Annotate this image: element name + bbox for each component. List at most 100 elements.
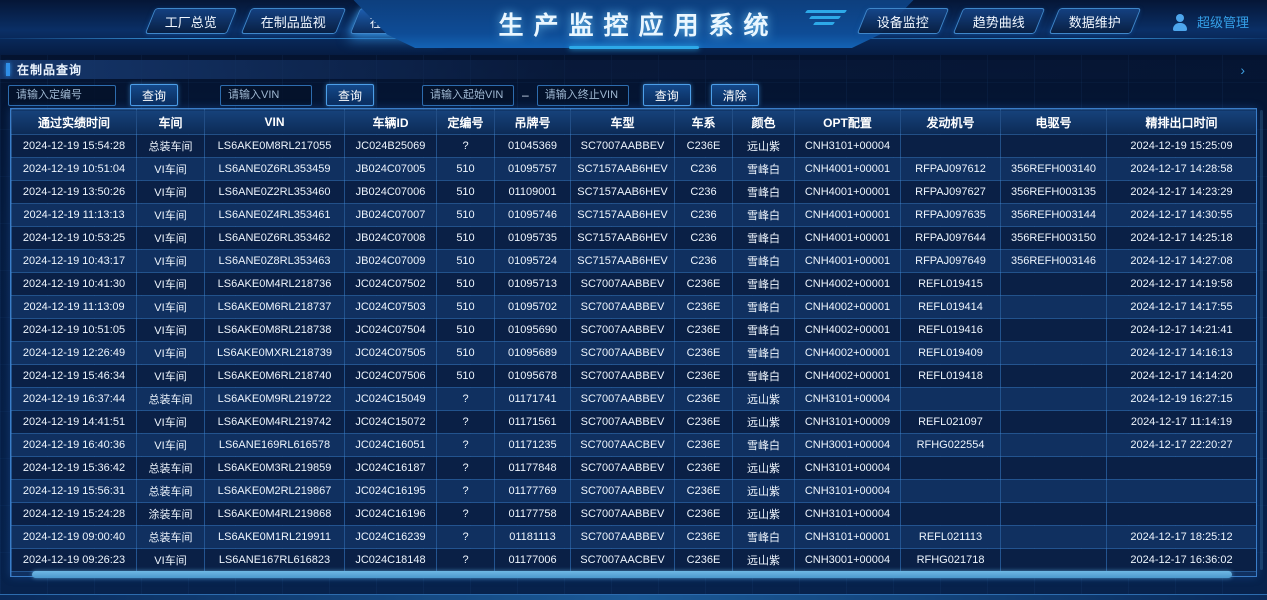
table-cell: 01177848 <box>495 457 571 480</box>
table-cell: 2024-12-17 11:14:19 <box>1107 411 1257 434</box>
table-cell: 2024-12-19 15:36:42 <box>12 457 137 480</box>
table-cell <box>1001 296 1107 319</box>
table-cell: LS6ANE0Z6RL353459 <box>205 158 345 181</box>
table-cell: LS6AKE0M4RL218736 <box>205 273 345 296</box>
chevron-right-icon[interactable]: › <box>1240 63 1245 77</box>
clear-button[interactable]: 清除 <box>711 84 759 106</box>
table-row[interactable]: 2024-12-19 09:26:23VI车间LS6ANE167RL616823… <box>12 549 1257 572</box>
table-cell: RFHG021718 <box>901 549 1001 572</box>
table-row[interactable]: 2024-12-19 11:13:09VI车间LS6AKE0M6RL218737… <box>12 296 1257 319</box>
horizontal-scrollbar[interactable] <box>32 571 1232 578</box>
table-cell: 2024-12-19 15:56:31 <box>12 480 137 503</box>
table-cell: 2024-12-19 10:53:25 <box>12 227 137 250</box>
table-row[interactable]: 2024-12-19 12:26:49VI车间LS6AKE0MXRL218739… <box>12 342 1257 365</box>
table-cell: 远山紫 <box>733 135 795 158</box>
table-cell: 510 <box>437 365 495 388</box>
tab-data-maintenance[interactable]: 数据维护 <box>1049 8 1142 34</box>
table-cell: REFL019415 <box>901 273 1001 296</box>
table-row[interactable]: 2024-12-19 15:36:42总装车间LS6AKE0M3RL219859… <box>12 457 1257 480</box>
table-row[interactable]: 2024-12-19 13:50:26VI车间LS6ANE0Z2RL353460… <box>12 181 1257 204</box>
range-separator: – <box>522 88 529 102</box>
table-cell: C236E <box>675 549 733 572</box>
table-cell: CNH4001+00001 <box>795 227 901 250</box>
table-row[interactable]: 2024-12-19 15:46:34VI车间LS6AKE0M6RL218740… <box>12 365 1257 388</box>
table-cell: VI车间 <box>137 204 205 227</box>
table-cell: C236 <box>675 250 733 273</box>
tab-trend-curve[interactable]: 趋势曲线 <box>953 8 1046 34</box>
vertical-scrollbar[interactable] <box>1260 110 1263 570</box>
tab-wip-monitor[interactable]: 在制品监视 <box>241 8 347 34</box>
table-row[interactable]: 2024-12-19 10:53:25VI车间LS6ANE0Z6RL353462… <box>12 227 1257 250</box>
table-cell: 2024-12-17 14:30:55 <box>1107 204 1257 227</box>
table-cell: 356REFH003135 <box>1001 181 1107 204</box>
table-cell: 2024-12-19 09:00:40 <box>12 526 137 549</box>
table-cell <box>1001 434 1107 457</box>
section-bar: 在制品查询 › <box>0 60 1267 79</box>
table-cell: CNH4002+00001 <box>795 319 901 342</box>
table-cell: REFL021097 <box>901 411 1001 434</box>
wip-table: 通过实绩时间车间VIN车辆ID定编号吊牌号车型车系颜色OPT配置发动机号电驱号精… <box>11 109 1257 577</box>
table-cell: 雪峰白 <box>733 319 795 342</box>
table-row[interactable]: 2024-12-19 16:40:36VI车间LS6ANE169RL616578… <box>12 434 1257 457</box>
table-cell: 2024-12-17 14:17:55 <box>1107 296 1257 319</box>
column-header: 颜色 <box>733 110 795 135</box>
table-cell: 远山紫 <box>733 388 795 411</box>
table-cell: LS6AKE0MXRL218739 <box>205 342 345 365</box>
table-row[interactable]: 2024-12-19 10:51:04VI车间LS6ANE0Z6RL353459… <box>12 158 1257 181</box>
table-cell: VI车间 <box>137 158 205 181</box>
table-cell: LS6AKE0M3RL219859 <box>205 457 345 480</box>
table-cell: JC024C07504 <box>345 319 437 342</box>
table-row[interactable]: 2024-12-19 11:13:13VI车间LS6ANE0Z4RL353461… <box>12 204 1257 227</box>
table-cell <box>1001 411 1107 434</box>
query-button-vin-range[interactable]: 查询 <box>643 84 691 106</box>
table-cell: ? <box>437 549 495 572</box>
column-header: OPT配置 <box>795 110 901 135</box>
table-cell: LS6AKE0M8RL218738 <box>205 319 345 342</box>
table-cell: SC7007AABBEV <box>571 273 675 296</box>
table-cell: SC7007AACBEV <box>571 434 675 457</box>
table-cell: 01095690 <box>495 319 571 342</box>
table-cell: 356REFH003146 <box>1001 250 1107 273</box>
table-cell: RFPAJ097649 <box>901 250 1001 273</box>
table-cell: 2024-12-19 10:43:17 <box>12 250 137 273</box>
table-cell: SC7007AABBEV <box>571 457 675 480</box>
table-row[interactable]: 2024-12-19 15:24:28涂装车间LS6AKE0M4RL219868… <box>12 503 1257 526</box>
vin-end-input[interactable] <box>537 85 629 106</box>
tab-factory-overview[interactable]: 工厂总览 <box>145 8 238 34</box>
table-cell: VI车间 <box>137 319 205 342</box>
table-cell: JB024C07009 <box>345 250 437 273</box>
column-header: 车系 <box>675 110 733 135</box>
table-cell: 510 <box>437 181 495 204</box>
table-row[interactable]: 2024-12-19 10:43:17VI车间LS6ANE0Z8RL353463… <box>12 250 1257 273</box>
table-cell: VI车间 <box>137 296 205 319</box>
title-notch <box>569 46 699 49</box>
tab-equipment-monitor[interactable]: 设备监控 <box>857 8 950 34</box>
user-menu[interactable]: 超级管理 <box>1171 12 1249 31</box>
table-cell: LS6ANE169RL616578 <box>205 434 345 457</box>
query-button-vin[interactable]: 查询 <box>326 84 374 106</box>
table-row[interactable]: 2024-12-19 15:56:31总装车间LS6AKE0M2RL219867… <box>12 480 1257 503</box>
table-cell: 2024-12-17 14:25:18 <box>1107 227 1257 250</box>
table-row[interactable]: 2024-12-19 10:41:30VI车间LS6AKE0M4RL218736… <box>12 273 1257 296</box>
query-button-fixed-number[interactable]: 查询 <box>130 84 178 106</box>
table-cell: 01095702 <box>495 296 571 319</box>
table-cell: 01045369 <box>495 135 571 158</box>
table-cell: SC7007AABBEV <box>571 365 675 388</box>
table-cell: 远山紫 <box>733 457 795 480</box>
tab-label: 在制品监视 <box>261 12 326 31</box>
vin-start-input[interactable] <box>422 85 514 106</box>
table-cell: JB024C07007 <box>345 204 437 227</box>
table-cell: CNH4001+00001 <box>795 181 901 204</box>
fixed-number-input[interactable] <box>8 85 116 106</box>
table-row[interactable]: 2024-12-19 16:37:44总装车间LS6AKE0M9RL219722… <box>12 388 1257 411</box>
table-row[interactable]: 2024-12-19 10:51:05VI车间LS6AKE0M8RL218738… <box>12 319 1257 342</box>
table-cell: 涂装车间 <box>137 503 205 526</box>
table-row[interactable]: 2024-12-19 15:54:28总装车间LS6AKE0M8RL217055… <box>12 135 1257 158</box>
table-cell: C236E <box>675 503 733 526</box>
table-cell: ? <box>437 434 495 457</box>
table-row[interactable]: 2024-12-19 14:41:51VI车间LS6AKE0M4RL219742… <box>12 411 1257 434</box>
table-row[interactable]: 2024-12-19 09:00:40总装车间LS6AKE0M1RL219911… <box>12 526 1257 549</box>
vin-input[interactable] <box>220 85 312 106</box>
table-cell <box>1001 319 1107 342</box>
top-header: 工厂总览 在制品监视 在制品查询 生产监控应用系统 设备监控 趋势曲线 数据维护… <box>0 0 1267 55</box>
